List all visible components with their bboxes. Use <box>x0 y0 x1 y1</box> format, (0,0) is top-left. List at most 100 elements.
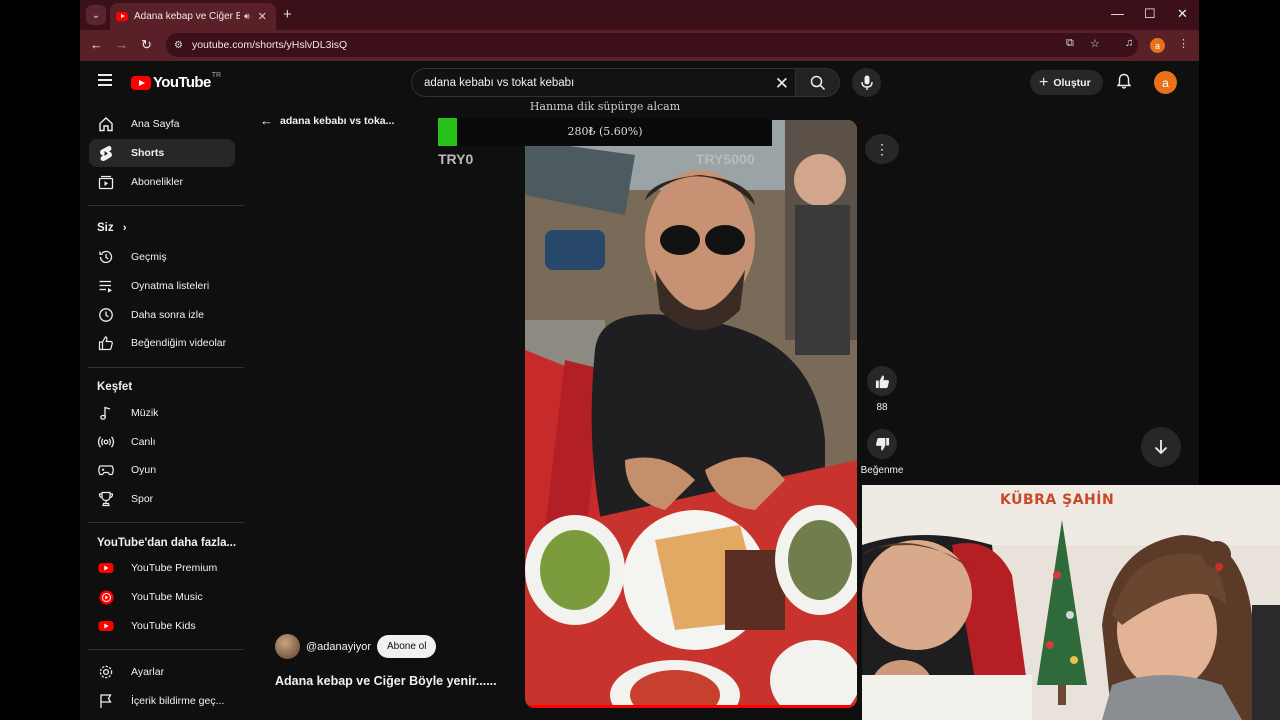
reload-icon[interactable]: ↻ <box>141 37 152 53</box>
sidebar-item-label: Canlı <box>131 436 156 448</box>
playlists-icon <box>97 277 115 295</box>
arrow-down-icon <box>1154 440 1168 455</box>
site-settings-icon[interactable]: ⚙ <box>174 40 183 51</box>
tab-close-icon[interactable]: ✕ <box>258 10 267 23</box>
more-options-icon[interactable]: ⋮ <box>865 134 899 164</box>
search-button[interactable] <box>796 68 840 97</box>
sidebar-item-label: Oyun <box>131 464 157 476</box>
sidebar-item-liked-videos[interactable]: Beğendiğim videolar <box>89 329 235 357</box>
media-controls-icon[interactable]: ♫ <box>1125 37 1133 49</box>
sidebar-item-home[interactable]: Ana Sayfa <box>89 110 235 138</box>
sidebar-item-label: Beğendiğim videolar <box>131 337 227 349</box>
next-short-button[interactable] <box>1141 427 1181 467</box>
close-window-icon[interactable]: ✕ <box>1177 6 1188 22</box>
maximize-icon[interactable]: ☐ <box>1144 6 1156 22</box>
back-title-label: adana kebabı vs toka... <box>280 114 395 127</box>
video-frame-image <box>525 120 857 708</box>
tab-title: Adana kebap ve Ciğer Böyle yenir <box>134 11 240 22</box>
youtube-logo[interactable]: YouTube TR <box>131 72 221 91</box>
sidebar-item-music[interactable]: Müzik <box>89 399 235 427</box>
sports-icon <box>97 490 115 508</box>
you-section-heading[interactable]: Siz › <box>97 222 127 234</box>
address-bar-row: ← → ↻ ⚙ youtube.com/shorts/yHslvDL3isQ ⧉… <box>80 30 1199 61</box>
channel-avatar[interactable] <box>275 634 300 659</box>
browser-menu-icon[interactable]: ⋮ <box>1178 37 1189 50</box>
browser-profile-avatar[interactable]: a <box>1150 38 1165 53</box>
donation-goal-title: Hanıma dik süpürge alcam <box>529 100 681 113</box>
sidebar-item-label: Ayarlar <box>131 666 165 678</box>
donation-goal-bar: 280₺ (5.60%) <box>438 118 772 146</box>
shorts-video-player[interactable] <box>525 120 857 708</box>
sidebar-item-label: Ana Sayfa <box>131 118 180 130</box>
sidebar-item-watch-later[interactable]: Daha sonra izle <box>89 301 235 329</box>
music-icon <box>97 404 115 422</box>
back-to-search-button[interactable]: ← adana kebabı vs toka... <box>260 113 394 128</box>
notifications-bell-icon[interactable] <box>1116 73 1132 95</box>
sidebar-item-sports[interactable]: Spor <box>89 485 235 513</box>
sidebar-item-youtube-music[interactable]: YouTube Music <box>89 583 235 611</box>
dislike-button[interactable] <box>867 429 897 459</box>
webcam-feed-image <box>862 485 1280 720</box>
search-icon <box>810 75 825 90</box>
sidebar-item-youtube-kids[interactable]: YouTube Kids <box>89 612 235 640</box>
back-arrow-icon[interactable]: ← <box>90 37 103 52</box>
report-flag-icon <box>97 692 115 710</box>
shorts-icon <box>97 144 115 162</box>
url-text: youtube.com/shorts/yHslvDL3isQ <box>191 39 348 51</box>
voice-search-button[interactable] <box>852 68 881 97</box>
sidebar-item-label: Abonelikler <box>131 176 183 188</box>
forward-arrow-icon[interactable]: → <box>115 37 128 52</box>
youtube-kids-icon <box>97 617 115 635</box>
subscribe-button[interactable]: Abone ol <box>376 635 437 658</box>
donation-goal-progress-text: 280₺ (5.60%) <box>567 125 643 138</box>
channel-handle[interactable]: @adanayiyor <box>306 641 371 653</box>
search-input[interactable]: adana kebabı vs tokat kebabı ✕ <box>411 68 796 97</box>
streamer-name-label: KÜBRA ŞAHİN <box>1000 492 1115 508</box>
sidebar-item-playlists[interactable]: Oynatma listeleri <box>89 272 235 300</box>
sidebar-item-report-history[interactable]: İçerik bildirme geç... <box>89 687 235 715</box>
sidebar-item-youtube-premium[interactable]: YouTube Premium <box>89 554 235 582</box>
active-tab[interactable]: Adana kebap ve Ciğer Böyle yenir 🔊︎ ✕ <box>110 3 276 30</box>
sidebar-item-label: YouTube Music <box>131 591 203 603</box>
search-query: adana kebabı vs tokat kebabı <box>424 76 575 89</box>
bookmark-star-icon[interactable]: ☆ <box>1090 37 1100 50</box>
thumbs-down-icon <box>875 437 889 451</box>
minimize-icon[interactable]: — <box>1111 6 1124 21</box>
you-heading-label: Siz <box>97 222 114 234</box>
url-bar[interactable]: ⚙ youtube.com/shorts/yHslvDL3isQ <box>166 33 1138 57</box>
youtube-music-icon <box>97 588 115 606</box>
install-app-icon[interactable]: ⧉ <box>1066 37 1074 50</box>
sidebar-item-label: YouTube Kids <box>131 620 196 632</box>
sidebar-item-history[interactable]: Geçmiş <box>89 243 235 271</box>
webcam-overlay <box>862 485 1280 720</box>
sidebar-item-settings[interactable]: Ayarlar <box>89 658 235 686</box>
sidebar-item-subscriptions[interactable]: Abonelikler <box>89 168 235 196</box>
divider <box>88 649 244 650</box>
youtube-header: YouTube TR adana kebabı vs tokat kebabı … <box>80 61 1199 104</box>
speaker-icon[interactable]: 🔊︎ <box>244 11 250 22</box>
sidebar-item-gaming[interactable]: Oyun <box>89 456 235 484</box>
sidebar-item-label: Oynatma listeleri <box>131 280 210 292</box>
back-arrow-icon: ← <box>260 113 273 128</box>
home-icon <box>97 115 115 133</box>
video-title[interactable]: Adana kebap ve Ciğer Böyle yenir...... <box>275 674 497 688</box>
tab-search-button[interactable]: ⌄ <box>86 5 106 25</box>
create-button[interactable]: + Oluştur <box>1030 70 1103 95</box>
explore-section-heading: Keşfet <box>97 381 133 393</box>
divider <box>88 367 244 368</box>
channel-row: @adanayiyor Abone ol <box>275 634 437 659</box>
sidebar-item-label: Daha sonra izle <box>131 309 204 321</box>
sidebar-item-label: Spor <box>131 493 154 505</box>
hamburger-menu-icon[interactable] <box>98 74 112 90</box>
sidebar: Ana Sayfa Shorts Abonelikler Siz › Geçmi… <box>80 104 250 720</box>
sidebar-item-live[interactable]: Canlı <box>89 428 235 456</box>
clear-search-icon[interactable]: ✕ <box>775 74 789 94</box>
account-avatar[interactable]: a <box>1154 71 1177 94</box>
like-button[interactable] <box>867 366 897 396</box>
new-tab-button[interactable]: + <box>283 6 292 23</box>
sidebar-item-label: İçerik bildirme geç... <box>131 695 225 707</box>
sidebar-item-label: Geçmiş <box>131 251 167 263</box>
screen: ⌄ Adana kebap ve Ciğer Böyle yenir 🔊︎ ✕ … <box>0 0 1280 720</box>
liked-icon <box>97 334 115 352</box>
sidebar-item-shorts[interactable]: Shorts <box>89 139 235 167</box>
